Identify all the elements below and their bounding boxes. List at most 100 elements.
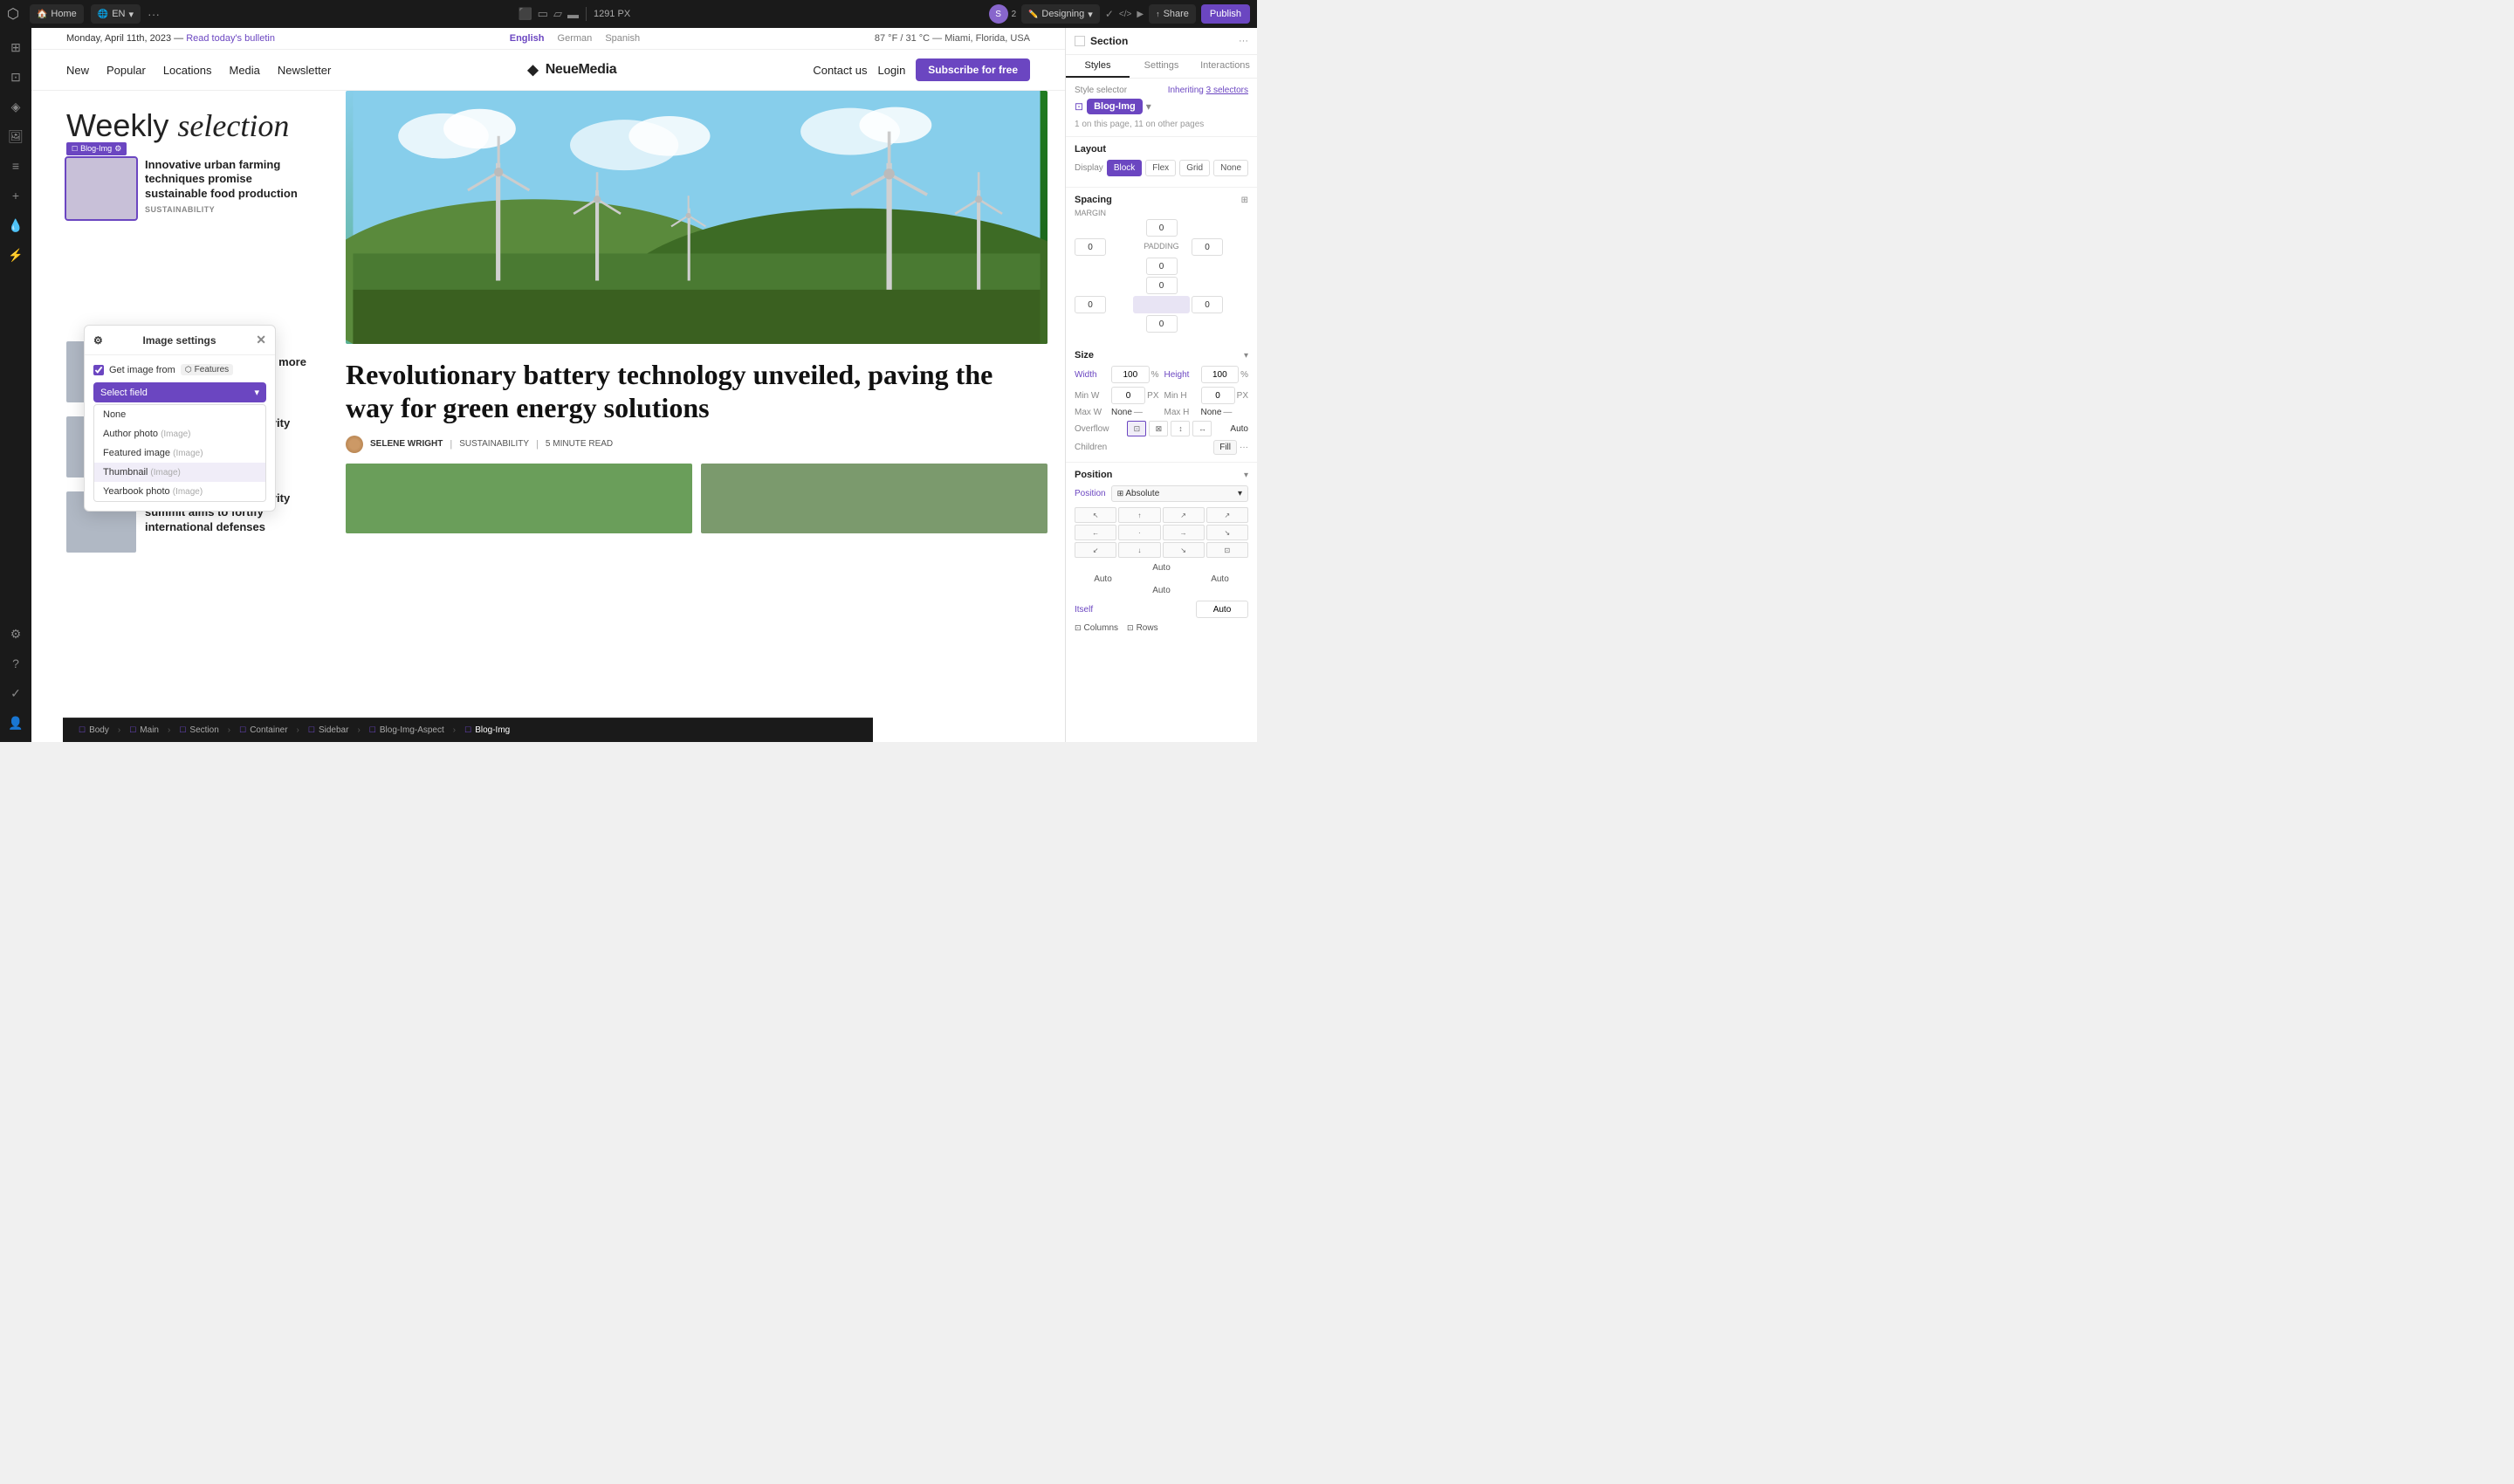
settings-icon[interactable]: ⚙ — [3, 622, 28, 646]
nav-login[interactable]: Login — [877, 64, 905, 77]
nav-popular[interactable]: Popular — [106, 64, 146, 77]
publish-button[interactable]: Publish — [1201, 4, 1250, 24]
pos-btn-r1[interactable]: ↗ — [1206, 507, 1248, 523]
help-icon[interactable]: ? — [3, 651, 28, 676]
children-dots[interactable]: ··· — [1240, 443, 1248, 452]
account-icon[interactable]: 👤 — [3, 711, 28, 735]
tablet-landscape-icon[interactable]: ▭ — [538, 7, 548, 21]
padding-left-input[interactable] — [1075, 296, 1106, 313]
tab-styles[interactable]: Styles — [1066, 55, 1130, 78]
inheriting-label[interactable]: Inheriting 3 selectors — [1168, 86, 1248, 95]
tablet-portrait-icon[interactable]: ▱ — [553, 7, 562, 21]
pos-btn-bc[interactable]: ↓ — [1118, 542, 1160, 558]
margin-right-input[interactable] — [1192, 238, 1223, 256]
language-button[interactable]: 🌐 EN ▾ — [91, 4, 141, 24]
padding-bottom-input[interactable] — [1146, 315, 1178, 333]
width-input[interactable] — [1111, 366, 1150, 383]
dropdown-item-yearbook[interactable]: Yearbook photo (Image) — [94, 482, 265, 501]
display-grid-btn[interactable]: Grid — [1179, 160, 1210, 176]
itself-input[interactable] — [1196, 601, 1248, 618]
pages-icon[interactable]: ⊞ — [3, 35, 28, 59]
dropdown-item-featured[interactable]: Featured image (Image) — [94, 443, 265, 463]
more-options-icon[interactable]: ··· — [148, 7, 160, 21]
position-select[interactable]: ⊞ Absolute ▾ — [1111, 485, 1248, 502]
min-h-input[interactable] — [1201, 387, 1235, 404]
rp-section-dots[interactable]: ··· — [1239, 36, 1248, 46]
cms-icon[interactable]: ⊡ — [3, 65, 28, 89]
pos-btn-br[interactable]: ↘ — [1163, 542, 1205, 558]
pos-btn-mc[interactable]: · — [1118, 525, 1160, 540]
select-field-button[interactable]: Select field ▾ — [93, 382, 266, 402]
tab-settings[interactable]: Settings — [1130, 55, 1193, 78]
nav-contact[interactable]: Contact us — [813, 64, 867, 77]
overflow-icon-4[interactable]: ↔ — [1192, 421, 1212, 436]
breadcrumb-body[interactable]: ☐ Body — [72, 724, 116, 737]
display-flex-btn[interactable]: Flex — [1145, 160, 1176, 176]
lang-spanish[interactable]: Spanish — [605, 33, 640, 44]
read-bulletin-link[interactable]: Read today's bulletin — [186, 33, 275, 44]
pos-btn-r2[interactable]: ↘ — [1206, 525, 1248, 540]
height-input[interactable] — [1201, 366, 1240, 383]
blog-img-selector[interactable]: Blog-Img — [1087, 99, 1143, 114]
blog-img-settings-gear-icon[interactable]: ⚙ — [114, 144, 121, 154]
rp-tabs: Styles Settings Interactions — [1066, 55, 1257, 79]
margin-top-input[interactable] — [1146, 219, 1178, 237]
overflow-icon-2[interactable]: ⊠ — [1149, 421, 1168, 436]
size-expand-icon[interactable]: ▾ — [1244, 351, 1248, 361]
nav-locations[interactable]: Locations — [163, 64, 212, 77]
share-button[interactable]: ↑ Share — [1149, 4, 1196, 24]
pos-btn-tl[interactable]: ↖ — [1075, 507, 1116, 523]
dropdown-item-thumbnail[interactable]: Thumbnail (Image) — [94, 463, 265, 482]
position-expand-icon[interactable]: ▾ — [1244, 471, 1248, 480]
tab-interactions[interactable]: Interactions — [1193, 55, 1257, 78]
interactions-icon[interactable]: ⚡ — [3, 243, 28, 267]
pos-btn-tr[interactable]: ↗ — [1163, 507, 1205, 523]
children-dropdown[interactable]: Fill — [1213, 440, 1237, 455]
nav-new[interactable]: New — [66, 64, 89, 77]
lang-english[interactable]: English — [510, 33, 545, 44]
display-block-btn[interactable]: Block — [1107, 160, 1142, 176]
breadcrumb-blog-img-aspect[interactable]: ☐ Blog-Img-Aspect — [362, 724, 451, 737]
pos-btn-bl[interactable]: ↙ — [1075, 542, 1116, 558]
subscribe-button[interactable]: Subscribe for free — [916, 58, 1030, 81]
nav-media[interactable]: Media — [229, 64, 259, 77]
components-icon[interactable]: ◈ — [3, 94, 28, 119]
pos-btn-ml[interactable]: ← — [1075, 525, 1116, 540]
breadcrumb-main[interactable]: ☐ Main — [122, 724, 166, 737]
mode-selector[interactable]: ✏️ Designing ▾ — [1021, 4, 1100, 24]
dropdown-item-author-photo[interactable]: Author photo (Image) — [94, 424, 265, 443]
accessibility-icon[interactable]: ✓ — [3, 681, 28, 705]
mobile-icon[interactable]: ▬ — [567, 8, 579, 21]
display-none-btn[interactable]: None — [1213, 160, 1248, 176]
margin-bottom-input[interactable] — [1146, 258, 1178, 275]
get-image-checkbox[interactable] — [93, 365, 104, 375]
selector-chevron-icon[interactable]: ▾ — [1146, 100, 1151, 113]
min-w-input[interactable] — [1111, 387, 1145, 404]
breadcrumb-sidebar[interactable]: ☐ Sidebar — [301, 724, 356, 737]
styles-icon[interactable]: 💧 — [3, 213, 28, 237]
breadcrumb-blog-img[interactable]: ☐ Blog-Img — [457, 724, 517, 737]
dropdown-item-none[interactable]: None — [94, 405, 265, 424]
pos-btn-tc[interactable]: ↑ — [1118, 507, 1160, 523]
padding-top-input[interactable] — [1146, 277, 1178, 294]
breadcrumb-section[interactable]: ☐ Section — [172, 724, 225, 737]
spacing-expand-icon[interactable]: ⊞ — [1241, 196, 1248, 205]
padding-right-input[interactable] — [1192, 296, 1223, 313]
pos-btn-r3[interactable]: ⊡ — [1206, 542, 1248, 558]
layers-icon[interactable]: ≡ — [3, 154, 28, 178]
overflow-icon-1[interactable]: ⊡ — [1127, 421, 1146, 436]
overflow-icon-3[interactable]: ↕ — [1171, 421, 1190, 436]
desktop-icon[interactable]: ⬛ — [518, 7, 532, 21]
preview-play-icon[interactable]: ▶ — [1137, 10, 1144, 19]
check-icon[interactable]: ✓ — [1105, 8, 1114, 20]
breadcrumb-container[interactable]: ☐ Container — [232, 724, 294, 737]
popup-close-button[interactable]: ✕ — [256, 333, 266, 347]
margin-left-input[interactable] — [1075, 238, 1106, 256]
lang-german[interactable]: German — [558, 33, 593, 44]
assets-icon[interactable]: 🖼 — [3, 124, 28, 148]
add-element-icon[interactable]: + — [3, 183, 28, 208]
home-button[interactable]: 🏠 Home — [30, 4, 84, 24]
pos-btn-mr[interactable]: → — [1163, 525, 1205, 540]
nav-newsletter[interactable]: Newsletter — [278, 64, 331, 77]
code-icon[interactable]: </> — [1119, 10, 1131, 19]
